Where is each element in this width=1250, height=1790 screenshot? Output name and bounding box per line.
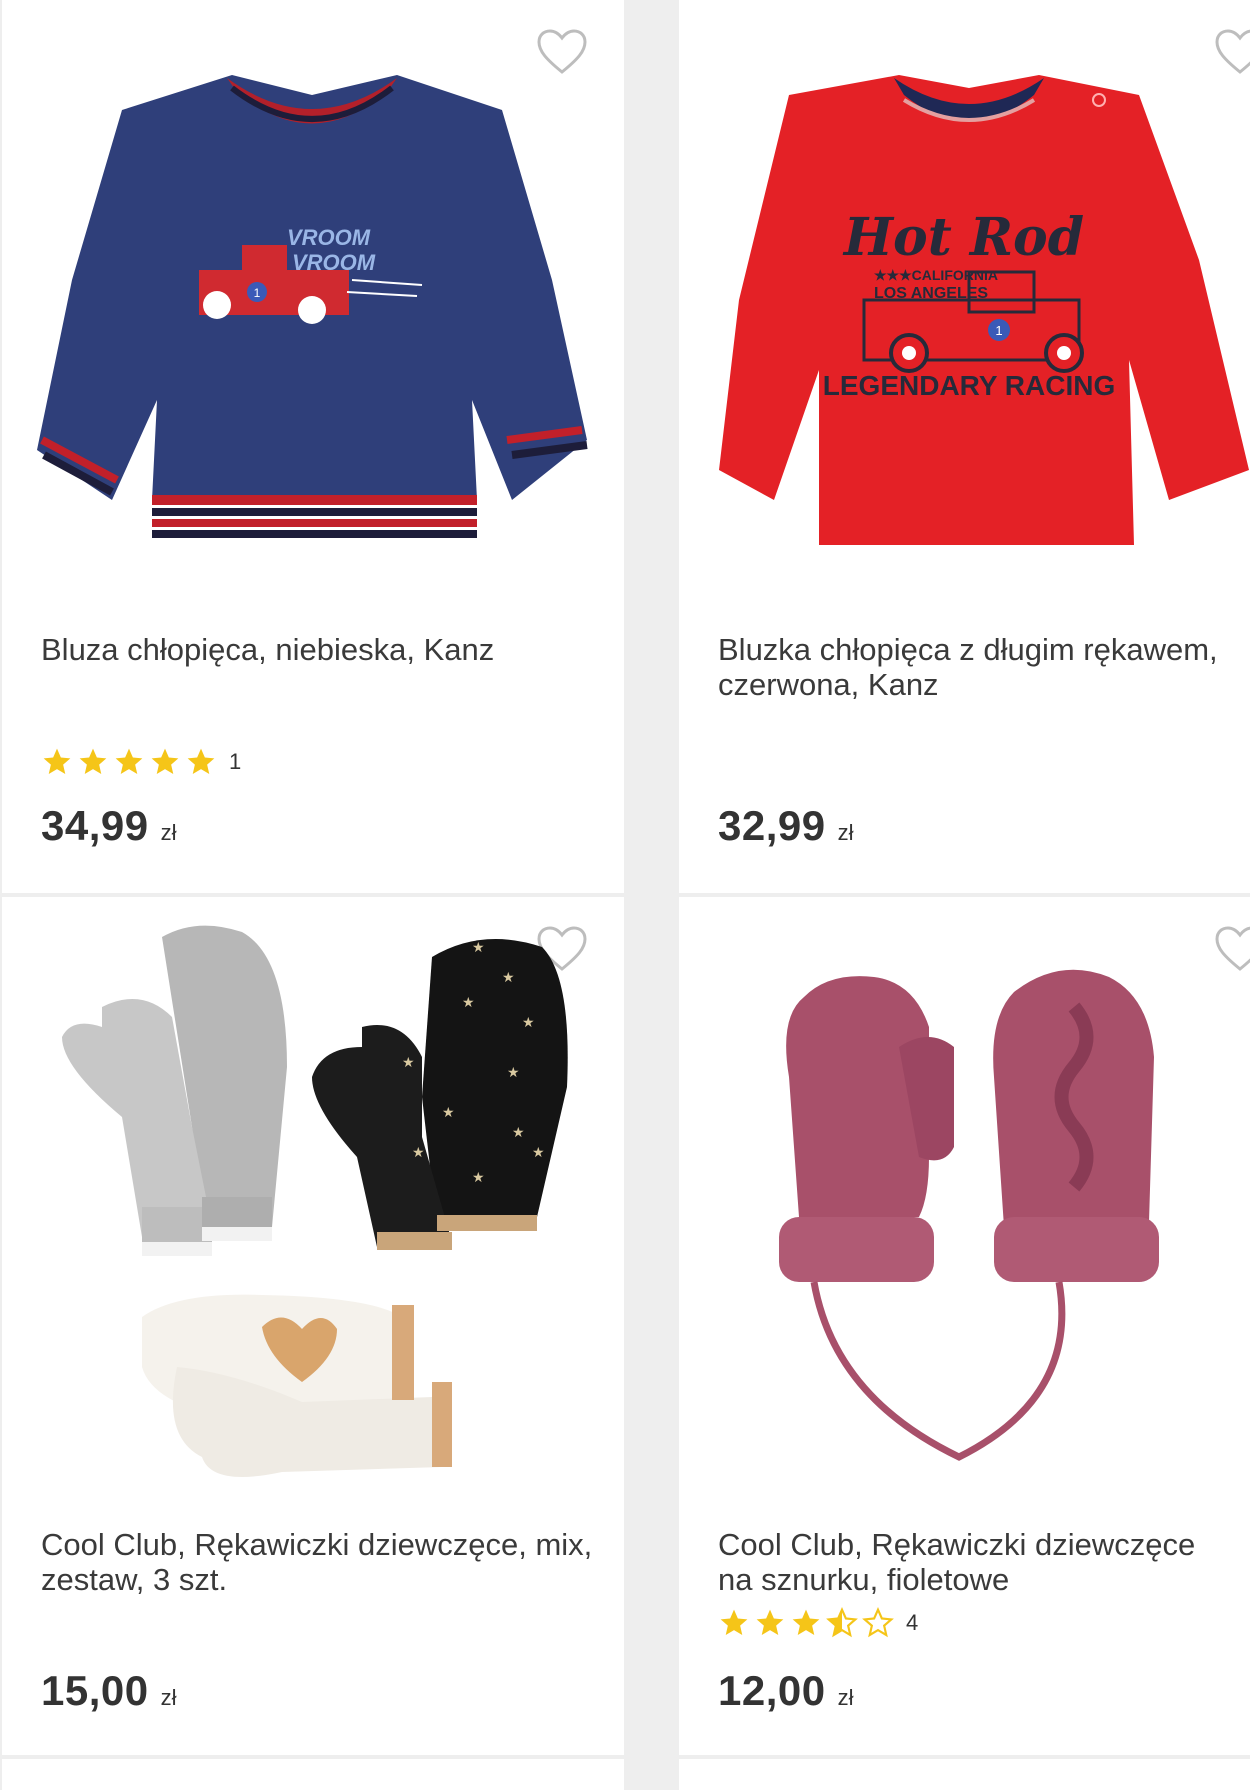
price-amount: 15,00	[41, 1667, 149, 1714]
star-full-icon	[720, 1609, 748, 1635]
product-card-partial[interactable]	[2, 1759, 624, 1790]
product-card-partial[interactable]	[679, 1759, 1250, 1790]
svg-text:★: ★	[507, 1064, 520, 1080]
star-full-icon	[79, 748, 107, 774]
rating-count: 1	[229, 749, 242, 774]
product-image-longsleeve[interactable]: Hot Rod ★★★CALIFORNIA LOS ANGELES 1 LEGE…	[679, 0, 1250, 580]
svg-text:★: ★	[462, 994, 475, 1010]
price-currency: zł	[160, 1685, 177, 1710]
svg-text:★: ★	[532, 1144, 545, 1160]
product-title[interactable]: Bluzka chłopięca z długim rękawem, czerw…	[718, 632, 1230, 702]
print-text: VROOM	[292, 250, 376, 275]
print-text: VROOM	[287, 225, 371, 250]
star-full-icon	[151, 748, 179, 774]
print-title: Hot Rod	[842, 207, 1084, 268]
print-text: LEGENDARY RACING	[823, 370, 1115, 401]
rating-count: 4	[906, 1610, 919, 1635]
price: 12,00 zł	[718, 1667, 854, 1715]
price: 34,99 zł	[41, 802, 177, 850]
price: 15,00 zł	[41, 1667, 177, 1715]
star-full-icon	[756, 1609, 784, 1635]
star-half-icon	[826, 1607, 858, 1638]
product-image-sweatshirt[interactable]: 1 VROOM VROOM	[2, 0, 624, 580]
svg-text:★: ★	[402, 1054, 415, 1070]
print-text: ★★★CALIFORNIA	[874, 267, 998, 283]
star-full-icon	[792, 1609, 820, 1635]
svg-text:★: ★	[412, 1144, 425, 1160]
price-amount: 34,99	[41, 802, 149, 849]
svg-text:★: ★	[472, 1169, 485, 1185]
product-card[interactable]: 1 VROOM VROOM Bluza chłopięca, niebieska…	[2, 0, 624, 893]
product-title[interactable]: Bluza chłopięca, niebieska, Kanz	[41, 632, 604, 667]
rating: 1	[41, 746, 241, 778]
price-currency: zł	[837, 820, 854, 845]
price-currency: zł	[837, 1685, 854, 1710]
svg-text:★: ★	[442, 1104, 455, 1120]
price-amount: 12,00	[718, 1667, 826, 1714]
print-badge: 1	[254, 286, 261, 300]
product-card[interactable]: Hot Rod ★★★CALIFORNIA LOS ANGELES 1 LEGE…	[679, 0, 1250, 893]
price: 32,99 zł	[718, 802, 854, 850]
star-full-icon	[43, 748, 71, 774]
star-full-icon	[187, 748, 215, 774]
svg-text:★: ★	[512, 1124, 525, 1140]
svg-text:★: ★	[472, 939, 485, 955]
price-currency: zł	[160, 820, 177, 845]
product-card[interactable]: ★ ★ ★ ★ ★ ★ ★ ★ ★ ★ ★ Cool Club, Rękawiczki dzi…	[2, 897, 624, 1755]
print-badge: 1	[995, 323, 1002, 338]
star-empty-icon	[862, 1607, 894, 1638]
product-image-mittens-set[interactable]: ★ ★ ★ ★ ★ ★ ★ ★ ★ ★ ★	[2, 897, 624, 1517]
svg-text:★: ★	[502, 969, 515, 985]
rating: 4	[718, 1607, 918, 1639]
product-image-mittens-string[interactable]	[679, 897, 1250, 1517]
price-amount: 32,99	[718, 802, 826, 849]
svg-text:★: ★	[522, 1014, 535, 1030]
product-title[interactable]: Cool Club, Rękawiczki dziewczęce, mix, z…	[41, 1527, 604, 1597]
star-full-icon	[115, 748, 143, 774]
product-title[interactable]: Cool Club, Rękawiczki dziewczęce na sznu…	[718, 1527, 1230, 1597]
product-card[interactable]: Cool Club, Rękawiczki dziewczęce na sznu…	[679, 897, 1250, 1755]
